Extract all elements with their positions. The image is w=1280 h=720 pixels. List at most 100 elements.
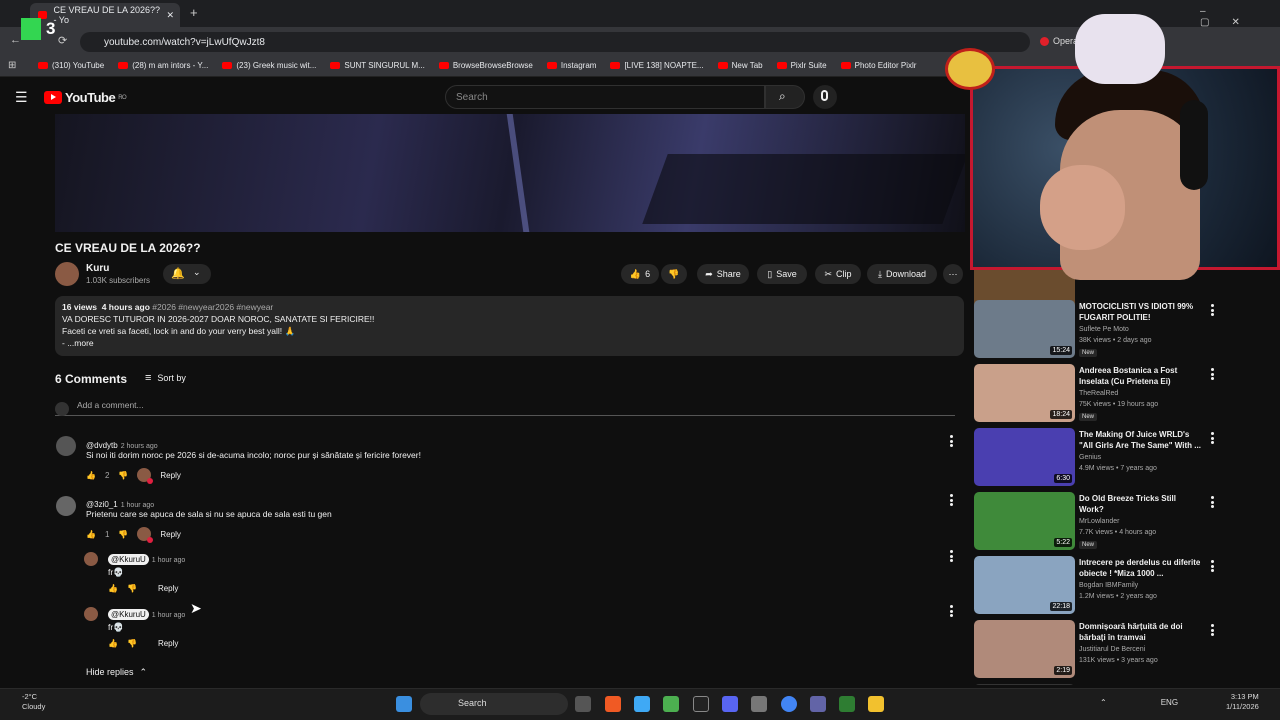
- reply-button[interactable]: Reply: [158, 584, 178, 593]
- search-button[interactable]: ⌕: [765, 85, 805, 109]
- comment-handle[interactable]: @3zi0_1: [86, 500, 118, 509]
- share-button[interactable]: ➦ Share: [697, 264, 749, 284]
- save-button[interactable]: ▯ Save: [757, 264, 807, 284]
- recommended-video[interactable]: Juice Wrld - Outsiders: [974, 684, 1274, 685]
- clip-button[interactable]: ✂ Clip: [815, 264, 861, 284]
- reply-avatar[interactable]: [84, 607, 98, 621]
- language-indicator[interactable]: ENG: [1161, 698, 1178, 707]
- weather-widget[interactable]: -2°C Cloudy: [22, 692, 45, 712]
- comment-time[interactable]: 2 hours ago: [121, 443, 158, 450]
- search-input[interactable]: Search: [445, 85, 765, 109]
- video-menu-icon[interactable]: [1210, 496, 1214, 508]
- sort-by-button[interactable]: ≡ Sort by: [145, 372, 186, 384]
- reply-button[interactable]: Reply: [160, 530, 180, 539]
- recommended-title[interactable]: Domnișoară hărțuită de doi bărbați în tr…: [1079, 621, 1201, 643]
- bookmark-item[interactable]: New Tab: [717, 61, 763, 70]
- window-controls-icon[interactable]: –▢✕: [1200, 6, 1280, 28]
- discord-icon[interactable]: [722, 696, 738, 712]
- taskbar-clock[interactable]: 3:13 PM 1/11/2026: [1226, 692, 1259, 712]
- windows-start-icon[interactable]: [396, 696, 412, 712]
- teams-icon[interactable]: [810, 696, 826, 712]
- chrome-icon[interactable]: [781, 696, 797, 712]
- recommended-video[interactable]: 2:19 Domnișoară hărțuită de doi bărbați î…: [974, 620, 1274, 678]
- recommended-video[interactable]: 15:24 MOTOCICLISTI VS IDIOTI 99% FUGARIT …: [974, 300, 1274, 358]
- video-thumbnail[interactable]: [974, 684, 1075, 685]
- mic-button[interactable]: [813, 85, 837, 109]
- bookmark-item[interactable]: SUNT SINGURUL M...: [330, 61, 425, 70]
- bookmark-item[interactable]: (310) YouTube: [38, 61, 104, 70]
- video-player[interactable]: [55, 114, 965, 232]
- recommended-channel[interactable]: Suflete Pe Moto: [1079, 326, 1129, 333]
- reply-avatar[interactable]: [84, 552, 98, 566]
- notification-bell-button[interactable]: 🔔 ⌄: [163, 264, 211, 284]
- recommended-video[interactable]: 22:18 Intrecere pe derdelus cu diferite o…: [974, 556, 1274, 614]
- thumbs-up-icon[interactable]: 👍: [108, 584, 118, 593]
- comment-time[interactable]: 1 hour ago: [121, 502, 154, 509]
- youtube-logo[interactable]: YouTube RO: [44, 90, 127, 105]
- tab-close-icon[interactable]: ✕: [166, 10, 174, 21]
- like-button[interactable]: 👍 6: [621, 264, 659, 284]
- recommended-video[interactable]: 18:24 Andreea Bostanica a Fost Inselata (…: [974, 364, 1274, 422]
- bookmark-item[interactable]: Instagram: [546, 61, 596, 70]
- bookmark-item[interactable]: (23) Greek music wit...: [222, 61, 316, 70]
- dislike-button[interactable]: 👎: [661, 264, 687, 284]
- app-icon[interactable]: [634, 696, 650, 712]
- recommended-title[interactable]: Intrecere pe derdelus cu diferite obiect…: [1079, 557, 1201, 579]
- calculator-icon[interactable]: [751, 696, 767, 712]
- video-menu-icon[interactable]: [1210, 304, 1214, 316]
- reload-icon[interactable]: ⟳: [58, 34, 67, 47]
- recommended-channel[interactable]: Genius: [1079, 454, 1101, 461]
- reply-handle[interactable]: @KkuruU: [108, 609, 149, 620]
- recommended-channel[interactable]: Bogdan IBMFamily: [1079, 582, 1138, 589]
- bookmark-item[interactable]: (28) m am intors - Y...: [118, 61, 208, 70]
- hide-replies-button[interactable]: Hide replies ⌃: [86, 667, 147, 678]
- back-icon[interactable]: ←: [10, 34, 21, 46]
- video-menu-icon[interactable]: [1210, 624, 1214, 636]
- thumbs-up-icon[interactable]: 👍: [86, 530, 96, 539]
- app-icon[interactable]: [839, 696, 855, 712]
- opera-button[interactable]: Opera: [1040, 36, 1078, 46]
- show-more-link[interactable]: - ...more: [62, 337, 957, 349]
- bookmark-item[interactable]: BrowseBrowseBrowse: [438, 61, 533, 70]
- taskbar-search[interactable]: Search: [420, 693, 568, 715]
- reply-time[interactable]: 1 hour ago: [152, 612, 185, 619]
- app-icon[interactable]: [663, 696, 679, 712]
- reply-menu-icon[interactable]: [949, 550, 953, 562]
- bookmark-item[interactable]: Photo Editor Pixlr: [840, 61, 916, 70]
- recommended-title[interactable]: Andreea Bostanica a Fost Inselata (Cu Pr…: [1079, 365, 1201, 387]
- recommended-video[interactable]: 6:30 The Making Of Juice WRLD's "All Girl…: [974, 428, 1274, 486]
- reply-handle[interactable]: @KkuruU: [108, 554, 149, 565]
- new-tab-icon[interactable]: +: [190, 5, 198, 20]
- download-button[interactable]: ⤓ Download: [867, 264, 937, 284]
- description-box[interactable]: 16 views 4 hours ago #2026 #newyear2026 …: [55, 296, 964, 356]
- bookmark-item[interactable]: Pixlr Suite: [776, 61, 827, 70]
- channel-name[interactable]: Kuru: [86, 263, 109, 274]
- commenter-avatar[interactable]: [56, 436, 76, 456]
- video-thumbnail[interactable]: 15:24: [974, 300, 1075, 358]
- channel-avatar[interactable]: [55, 262, 79, 286]
- video-menu-icon[interactable]: [1210, 560, 1214, 572]
- recommended-channel[interactable]: MrLowlander: [1079, 518, 1119, 525]
- video-thumbnail[interactable]: 2:19: [974, 620, 1075, 678]
- reply-time[interactable]: 1 hour ago: [152, 557, 185, 564]
- video-thumbnail[interactable]: 18:24: [974, 364, 1075, 422]
- comment-handle[interactable]: @dvdytb: [86, 441, 118, 450]
- chevron-up-icon[interactable]: ⌃: [1100, 698, 1107, 707]
- thumbs-up-icon[interactable]: 👍: [108, 639, 118, 648]
- comment-menu-icon[interactable]: [949, 435, 953, 447]
- video-menu-icon[interactable]: [1210, 432, 1214, 444]
- brave-icon[interactable]: [605, 696, 621, 712]
- thumbs-down-icon[interactable]: 👎: [118, 471, 128, 480]
- reply-button[interactable]: Reply: [158, 639, 178, 648]
- recommended-title[interactable]: The Making Of Juice WRLD's "All Girls Ar…: [1079, 429, 1201, 451]
- system-tray[interactable]: ⌃ ENG: [1100, 698, 1178, 707]
- video-thumbnail[interactable]: 22:18: [974, 556, 1075, 614]
- more-actions-button[interactable]: ⋯: [943, 264, 963, 284]
- recommended-title[interactable]: Do Old Breeze Tricks Still Work?: [1079, 493, 1201, 515]
- thumbs-down-icon[interactable]: 👎: [118, 530, 128, 539]
- menu-icon[interactable]: ☰: [15, 89, 28, 106]
- video-menu-icon[interactable]: [1210, 368, 1214, 380]
- reply-button[interactable]: Reply: [160, 471, 180, 480]
- thumbs-down-icon[interactable]: 👎: [127, 584, 137, 593]
- recommended-title[interactable]: MOTOCICLISTI VS IDIOTI 99% FUGARIT POLIT…: [1079, 301, 1201, 323]
